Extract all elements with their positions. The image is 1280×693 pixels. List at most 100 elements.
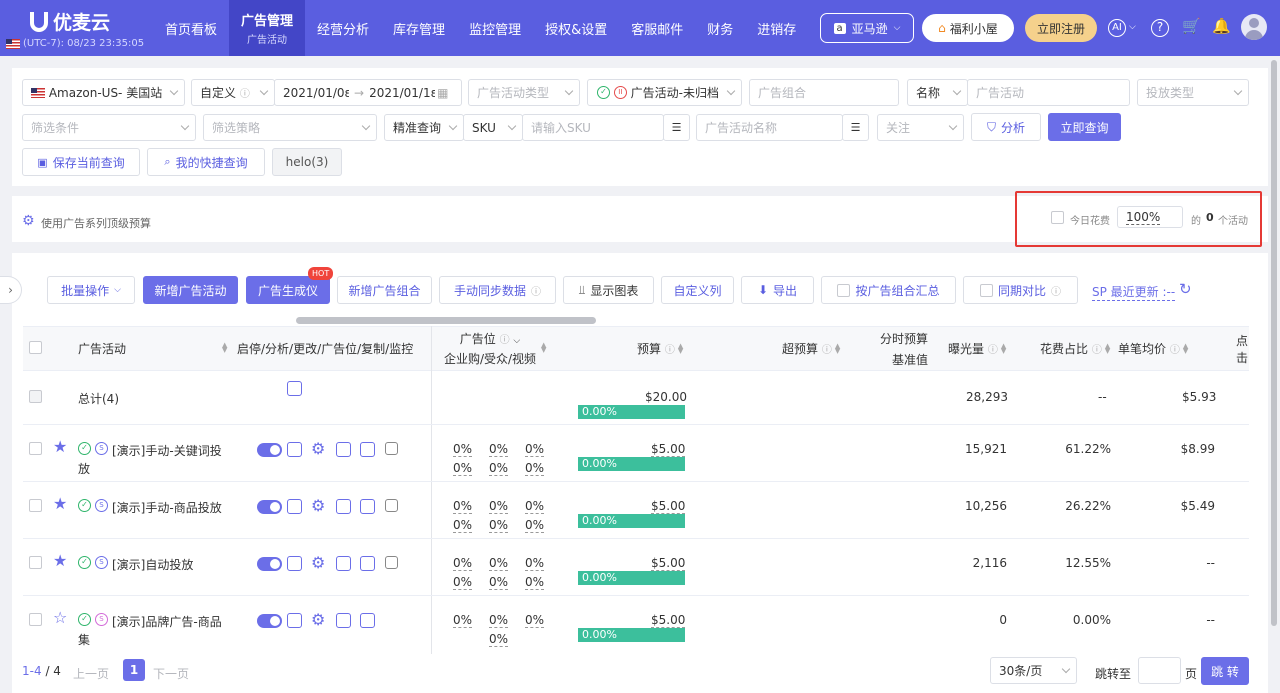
campaign-name-wrap[interactable]: 放: [78, 460, 90, 477]
col-campaign[interactable]: 广告活动: [78, 326, 126, 371]
col-budget[interactable]: 预算 ⓘ ▲ ▼: [637, 326, 683, 371]
edit-icon[interactable]: [336, 442, 351, 457]
gear-icon[interactable]: ⚙: [22, 213, 35, 229]
batch-ops-button[interactable]: 批量操作 ⌵: [47, 276, 135, 304]
sku-list-button[interactable]: ☰: [663, 114, 690, 141]
gear-icon[interactable]: ⚙: [311, 439, 325, 458]
row-budget[interactable]: $5.00: [651, 442, 686, 457]
prev-page-button[interactable]: 上一页: [73, 665, 109, 682]
star-icon[interactable]: ☆: [53, 608, 67, 627]
group-summary-button[interactable]: 按广告组合汇总: [821, 276, 956, 304]
new-group-button[interactable]: 新增广告组合: [337, 276, 432, 304]
monitor-icon[interactable]: [385, 442, 398, 455]
row-budget[interactable]: $5.00: [651, 556, 686, 571]
bell-icon[interactable]: 🔔: [1212, 17, 1231, 35]
saved-query-tag[interactable]: helo(3): [272, 148, 342, 176]
help-icon[interactable]: ?: [1151, 19, 1169, 37]
col-impressions[interactable]: 曝光量 ⓘ ▲ ▼: [948, 326, 1006, 371]
edit-icon[interactable]: [336, 613, 351, 628]
campaign-name[interactable]: [演示]手动-关键词投: [112, 442, 222, 459]
row-checkbox[interactable]: [29, 499, 42, 512]
register-button[interactable]: 立即注册: [1025, 14, 1097, 42]
ad-group-select[interactable]: 广告组合: [749, 79, 899, 106]
menu-dashboard[interactable]: 首页看板: [153, 0, 229, 56]
menu-ad-management[interactable]: 广告管理 广告活动: [229, 0, 306, 56]
horizontal-scrollbar[interactable]: [296, 317, 596, 324]
sort-icon[interactable]: ▲ ▼: [222, 342, 227, 354]
my-query-button[interactable]: ⌕ 我的快捷查询: [147, 148, 265, 176]
next-page-button[interactable]: 下一页: [153, 665, 189, 682]
enable-toggle[interactable]: [257, 557, 282, 571]
campaign-type-select[interactable]: 广告活动类型: [468, 79, 580, 106]
trend-chart-icon[interactable]: [287, 556, 302, 571]
query-button[interactable]: 立即查询: [1048, 113, 1121, 141]
date-mode-select[interactable]: 自定义 ⓘ: [191, 79, 275, 106]
enable-toggle[interactable]: [257, 614, 282, 628]
welfare-button[interactable]: ⌂ 福利小屋: [922, 14, 1014, 42]
gear-icon[interactable]: ⚙: [311, 553, 325, 572]
avatar[interactable]: [1241, 14, 1267, 40]
sku-mode-select[interactable]: SKU: [463, 114, 523, 141]
trend-chart-icon[interactable]: [287, 442, 302, 457]
menu-inventory[interactable]: 库存管理: [381, 0, 457, 56]
new-campaign-button[interactable]: 新增广告活动: [143, 276, 238, 304]
compare-button[interactable]: 同期对比 ⓘ: [963, 276, 1078, 304]
col-over-budget[interactable]: 超预算 ⓘ ▲ ▼: [782, 326, 840, 371]
follow-select[interactable]: 关注: [877, 114, 964, 141]
match-mode-select[interactable]: 精准查询: [384, 114, 464, 141]
group-summary-checkbox[interactable]: [837, 283, 851, 297]
menu-erp[interactable]: 进销存: [745, 0, 808, 56]
platform-select[interactable]: a 亚马逊 ⌵: [820, 13, 914, 43]
star-icon[interactable]: ★: [53, 551, 67, 570]
custom-columns-button[interactable]: 自定义列: [661, 276, 734, 304]
col-avg-cpc[interactable]: 单笔均价 ⓘ ▲ ▼: [1118, 326, 1188, 371]
edit-icon[interactable]: [336, 556, 351, 571]
star-icon[interactable]: ★: [53, 437, 67, 456]
campaign-input[interactable]: 广告活动: [967, 79, 1130, 106]
campaign-name[interactable]: [演示]手动-商品投放: [112, 499, 222, 516]
condition-select[interactable]: 筛选条件: [22, 114, 196, 141]
page-1-button[interactable]: 1: [123, 659, 145, 681]
star-icon[interactable]: ★: [53, 494, 67, 513]
cart-icon[interactable]: 🛒: [1182, 17, 1201, 35]
copy-icon[interactable]: [360, 442, 375, 457]
jump-button[interactable]: 跳 转: [1201, 657, 1249, 685]
brand-logo[interactable]: 优麦云: [30, 8, 110, 35]
delivery-type-select[interactable]: 投放类型: [1137, 79, 1249, 106]
enable-toggle[interactable]: [257, 443, 282, 457]
row-checkbox[interactable]: [29, 613, 42, 626]
menu-business-analysis[interactable]: 经营分析: [305, 0, 381, 56]
row-budget[interactable]: $5.00: [651, 499, 686, 514]
sync-button[interactable]: 手动同步数据 ⓘ: [439, 276, 556, 304]
ai-icon[interactable]: AI: [1108, 19, 1126, 37]
campaign-name-input[interactable]: 广告活动名称: [696, 114, 843, 141]
row-budget[interactable]: $5.00: [651, 613, 686, 628]
gear-icon[interactable]: ⚙: [311, 496, 325, 515]
sort-icon[interactable]: ▲ ▼: [541, 342, 546, 354]
chevron-down-icon[interactable]: ⌵: [1129, 22, 1136, 32]
select-all-checkbox[interactable]: [29, 341, 42, 354]
show-chart-button[interactable]: ⫫ 显示图表: [563, 276, 654, 304]
trend-chart-icon[interactable]: [287, 613, 302, 628]
menu-monitor[interactable]: 监控管理: [457, 0, 533, 56]
edit-icon[interactable]: [336, 499, 351, 514]
analyze-button[interactable]: ⛉ 分析: [971, 113, 1041, 141]
row-checkbox[interactable]: [29, 442, 42, 455]
menu-auth-settings[interactable]: 授权&设置: [533, 0, 619, 56]
copy-icon[interactable]: [360, 556, 375, 571]
total-row-checkbox[interactable]: [29, 390, 42, 403]
ad-generator-button[interactable]: 广告生成仪: [246, 276, 330, 304]
page-size-select[interactable]: 30条/页: [990, 657, 1077, 684]
campaign-name[interactable]: [演示]品牌广告-商品: [112, 613, 222, 630]
campaign-name-list-button[interactable]: ☰: [842, 114, 869, 141]
col-placement[interactable]: 广告位 ⓘ ⌵ 企业购/受众/视频: [440, 326, 540, 371]
refresh-icon[interactable]: ↻: [1179, 280, 1192, 298]
jump-page-input[interactable]: [1138, 657, 1181, 684]
compare-checkbox[interactable]: [979, 283, 993, 297]
campaign-name-wrap[interactable]: 集: [78, 631, 90, 648]
vertical-scrollbar[interactable]: [1271, 60, 1277, 626]
strategy-select[interactable]: 筛选策略: [203, 114, 377, 141]
status-select[interactable]: ✓ II 广告活动-未归档: [587, 79, 742, 106]
enable-toggle[interactable]: [257, 500, 282, 514]
copy-icon[interactable]: [360, 499, 375, 514]
